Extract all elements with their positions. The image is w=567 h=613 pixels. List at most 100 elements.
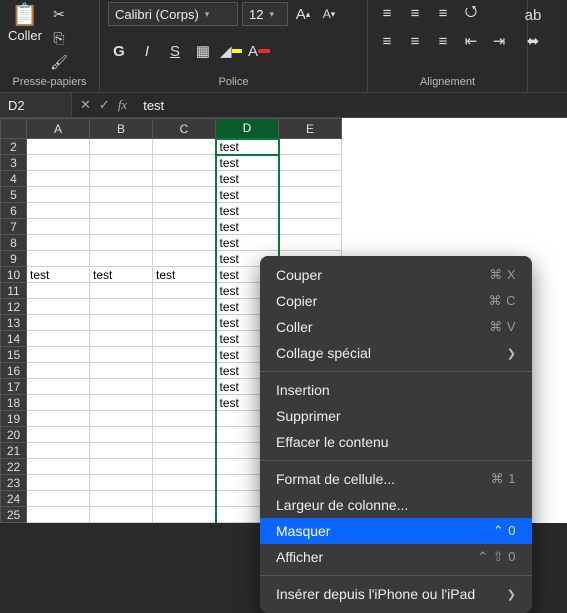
cell[interactable] bbox=[90, 347, 153, 363]
row-header[interactable]: 4 bbox=[1, 171, 27, 187]
cell[interactable] bbox=[27, 331, 90, 347]
cell[interactable] bbox=[153, 459, 216, 475]
row-header[interactable]: 21 bbox=[1, 443, 27, 459]
cell[interactable] bbox=[153, 219, 216, 235]
cell[interactable] bbox=[153, 187, 216, 203]
row-header[interactable]: 6 bbox=[1, 203, 27, 219]
cell[interactable] bbox=[153, 139, 216, 155]
select-all-corner[interactable] bbox=[1, 119, 27, 139]
row-header[interactable]: 23 bbox=[1, 475, 27, 491]
cell[interactable] bbox=[90, 235, 153, 251]
row-header[interactable]: 22 bbox=[1, 459, 27, 475]
cell[interactable] bbox=[27, 315, 90, 331]
row-header[interactable]: 25 bbox=[1, 507, 27, 523]
cell[interactable] bbox=[153, 427, 216, 443]
cell[interactable]: test bbox=[216, 171, 279, 187]
cell[interactable]: test bbox=[216, 219, 279, 235]
cell[interactable] bbox=[90, 443, 153, 459]
cell[interactable] bbox=[90, 411, 153, 427]
align-middle-button[interactable]: ≡ bbox=[404, 2, 426, 24]
row-header[interactable]: 10 bbox=[1, 267, 27, 283]
cell[interactable] bbox=[27, 379, 90, 395]
cell[interactable] bbox=[27, 459, 90, 475]
cell[interactable] bbox=[153, 283, 216, 299]
cell[interactable] bbox=[27, 251, 90, 267]
ctx-paste[interactable]: Coller⌘ V bbox=[260, 314, 532, 340]
cell[interactable] bbox=[153, 379, 216, 395]
ctx-show[interactable]: Afficher⌃ ⇧ 0 bbox=[260, 544, 532, 570]
cell[interactable] bbox=[27, 363, 90, 379]
cell[interactable] bbox=[90, 139, 153, 155]
align-right-button[interactable]: ≡ bbox=[432, 30, 454, 52]
cell[interactable] bbox=[27, 155, 90, 171]
row-header[interactable]: 14 bbox=[1, 331, 27, 347]
cell[interactable] bbox=[153, 363, 216, 379]
cell[interactable] bbox=[279, 203, 342, 219]
cell[interactable] bbox=[153, 347, 216, 363]
row-header[interactable]: 24 bbox=[1, 491, 27, 507]
font-name-dropdown[interactable]: Calibri (Corps)▾ bbox=[108, 2, 238, 26]
align-bottom-button[interactable]: ≡ bbox=[432, 2, 454, 24]
row-header[interactable]: 17 bbox=[1, 379, 27, 395]
cell[interactable] bbox=[27, 139, 90, 155]
cell[interactable] bbox=[27, 427, 90, 443]
row-header[interactable]: 11 bbox=[1, 283, 27, 299]
align-left-button[interactable]: ≡ bbox=[376, 30, 398, 52]
bold-button[interactable]: G bbox=[108, 40, 130, 62]
cell[interactable] bbox=[153, 331, 216, 347]
cell[interactable] bbox=[90, 395, 153, 411]
increase-indent-button[interactable]: ⇥ bbox=[488, 30, 510, 52]
cell[interactable] bbox=[27, 347, 90, 363]
ctx-clear[interactable]: Effacer le contenu bbox=[260, 429, 532, 455]
italic-button[interactable]: I bbox=[136, 40, 158, 62]
cell[interactable] bbox=[27, 219, 90, 235]
copy-button[interactable]: ⎘ bbox=[48, 28, 70, 48]
cell[interactable] bbox=[90, 507, 153, 523]
border-button[interactable]: ▦ bbox=[192, 40, 214, 62]
fill-color-button[interactable]: ◢ bbox=[220, 40, 242, 62]
cell[interactable] bbox=[90, 475, 153, 491]
increase-font-button[interactable]: A▴ bbox=[292, 3, 314, 25]
cell[interactable] bbox=[279, 155, 342, 171]
align-top-button[interactable]: ≡ bbox=[376, 2, 398, 24]
cell[interactable] bbox=[27, 395, 90, 411]
ctx-column-width[interactable]: Largeur de colonne... bbox=[260, 492, 532, 518]
wrap-text-button[interactable]: ab bbox=[522, 4, 544, 26]
row-header[interactable]: 18 bbox=[1, 395, 27, 411]
cell[interactable] bbox=[90, 251, 153, 267]
ctx-insert[interactable]: Insertion bbox=[260, 377, 532, 403]
row-header[interactable]: 3 bbox=[1, 155, 27, 171]
column-header[interactable]: A bbox=[27, 119, 90, 139]
row-header[interactable]: 16 bbox=[1, 363, 27, 379]
cell[interactable] bbox=[90, 459, 153, 475]
cell[interactable] bbox=[90, 283, 153, 299]
cell[interactable] bbox=[90, 155, 153, 171]
row-header[interactable]: 8 bbox=[1, 235, 27, 251]
cell[interactable] bbox=[153, 203, 216, 219]
font-size-dropdown[interactable]: 12▾ bbox=[242, 2, 288, 26]
cell[interactable] bbox=[27, 171, 90, 187]
cell[interactable] bbox=[90, 203, 153, 219]
cell[interactable] bbox=[27, 443, 90, 459]
cell[interactable]: test bbox=[216, 187, 279, 203]
ctx-paste-special[interactable]: Collage spécial❯ bbox=[260, 340, 532, 366]
cell[interactable] bbox=[90, 427, 153, 443]
cell[interactable] bbox=[153, 235, 216, 251]
orientation-button[interactable]: ⭯ bbox=[460, 2, 482, 24]
confirm-formula-button[interactable]: ✓ bbox=[99, 97, 110, 113]
ctx-delete[interactable]: Supprimer bbox=[260, 403, 532, 429]
cell[interactable] bbox=[90, 219, 153, 235]
underline-button[interactable]: S bbox=[164, 40, 186, 62]
row-header[interactable]: 9 bbox=[1, 251, 27, 267]
cell[interactable] bbox=[153, 507, 216, 523]
cell[interactable] bbox=[27, 235, 90, 251]
cell[interactable] bbox=[279, 187, 342, 203]
column-header[interactable]: D bbox=[216, 119, 279, 139]
cell[interactable] bbox=[153, 155, 216, 171]
cell[interactable]: test bbox=[216, 203, 279, 219]
cell[interactable]: test bbox=[90, 267, 153, 283]
cell[interactable] bbox=[153, 395, 216, 411]
cancel-formula-button[interactable]: ✕ bbox=[80, 97, 91, 113]
cell[interactable] bbox=[90, 187, 153, 203]
cell[interactable] bbox=[153, 251, 216, 267]
